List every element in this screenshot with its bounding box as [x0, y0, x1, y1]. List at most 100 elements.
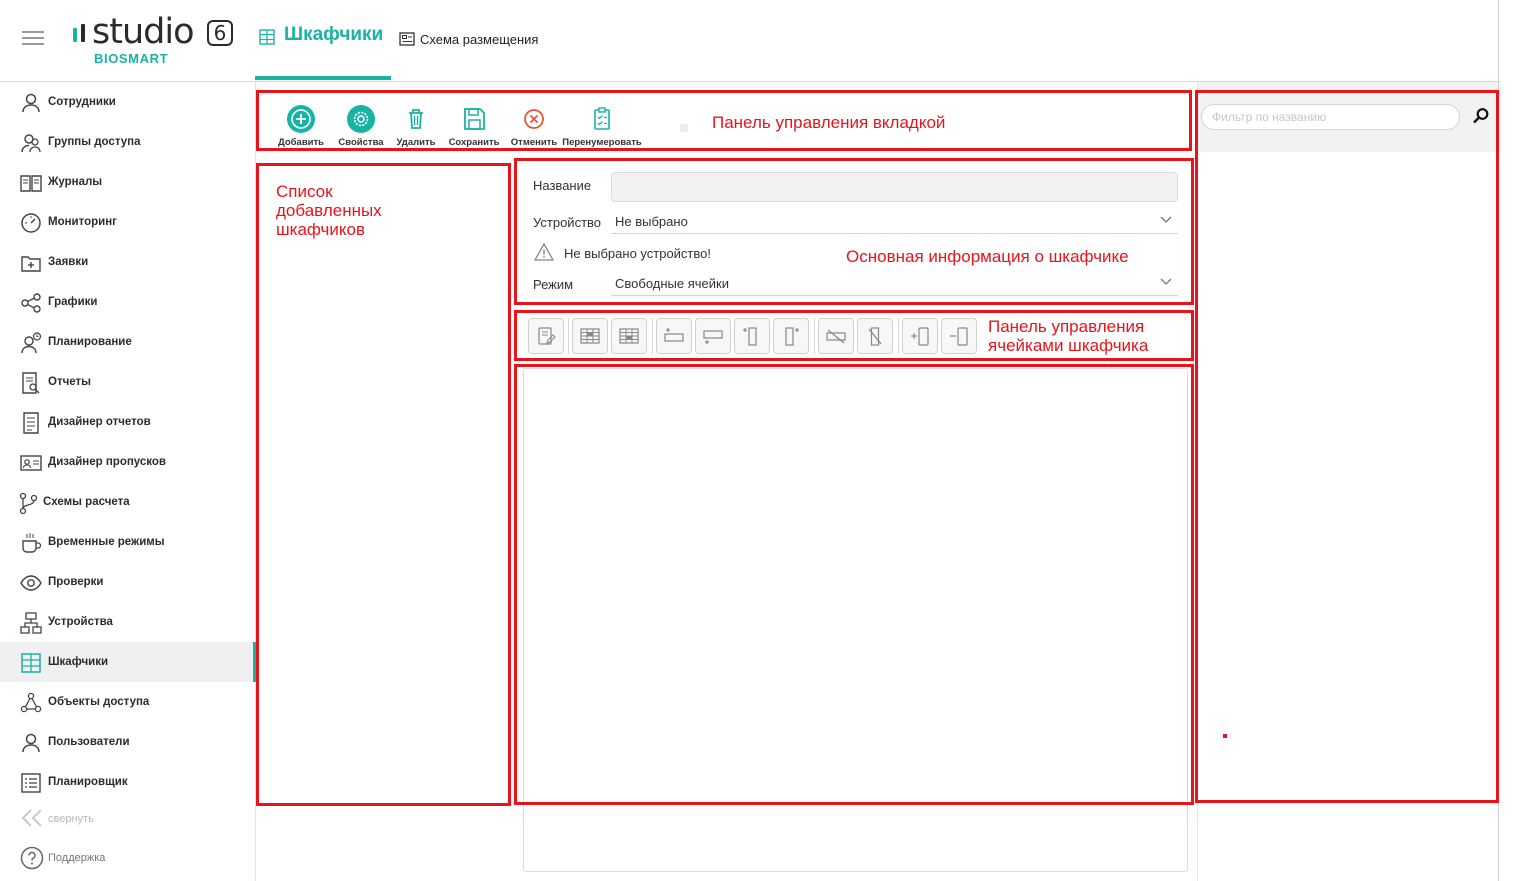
- sidebar-item-journals[interactable]: Журналы: [0, 162, 256, 202]
- sidebar-item-requests[interactable]: Заявки: [0, 242, 256, 282]
- insert-row-below-icon: [703, 330, 723, 344]
- sidebar: Сотрудники Группы доступа Журналы Монито…: [0, 82, 257, 881]
- cell-toolbar-divider: [814, 318, 815, 354]
- locker-cells-canvas[interactable]: [523, 368, 1188, 872]
- layout-scheme-icon: [399, 32, 415, 46]
- mode-label: Режим: [533, 277, 574, 292]
- sidebar-item-label: Дизайнер отчетов: [48, 416, 151, 428]
- add-button-label: Добавить: [277, 137, 324, 148]
- sidebar-item-label: Журналы: [48, 176, 103, 188]
- gauge-icon: [21, 213, 41, 233]
- delete-row-button[interactable]: [818, 318, 854, 354]
- layout-filter-panel: [1197, 82, 1501, 881]
- user-icon: [22, 733, 40, 753]
- tab-layout-scheme-label: Схема размещения: [420, 32, 539, 47]
- sidebar-item-label: Дизайнер пропусков: [48, 456, 166, 468]
- delete-column-button[interactable]: [857, 318, 893, 354]
- add-cell-button[interactable]: [902, 318, 938, 354]
- chevron-down-icon: [1160, 278, 1172, 285]
- book-icon: [20, 175, 42, 192]
- search-icon[interactable]: [1472, 107, 1490, 125]
- properties-button-label: Свойства: [338, 137, 384, 148]
- properties-button[interactable]: Свойства: [332, 96, 390, 150]
- mode-select[interactable]: Свободные ячейки: [611, 272, 1178, 296]
- sidebar-item-pass-designer[interactable]: Дизайнер пропусков: [0, 442, 256, 482]
- logo-brand: BIOSMART: [94, 51, 169, 66]
- sidebar-item-employees[interactable]: Сотрудники: [0, 82, 256, 122]
- sidebar-item-checks[interactable]: Проверки: [0, 562, 256, 602]
- insert-row-above-icon: [664, 328, 684, 342]
- insert-row-above-button[interactable]: [656, 318, 692, 354]
- sidebar-item-charts[interactable]: Графики: [0, 282, 256, 322]
- sidebar-item-calc-schemes[interactable]: Схемы расчета: [0, 482, 256, 522]
- help-circle-icon: [20, 846, 44, 870]
- remove-cell-button[interactable]: [941, 318, 977, 354]
- list-icon: [21, 773, 41, 793]
- name-label: Название: [533, 178, 592, 193]
- sidebar-item-access-groups[interactable]: Группы доступа: [0, 122, 256, 162]
- sidebar-item-users[interactable]: Пользователи: [0, 722, 256, 762]
- sidebar-item-report-designer[interactable]: Дизайнер отчетов: [0, 402, 256, 442]
- mode-select-value: Свободные ячейки: [615, 276, 729, 291]
- cancel-circle-icon: [524, 109, 544, 129]
- annotation-cell-panel-line2: ячейками шкафчика: [988, 336, 1149, 355]
- remove-cell-icon: [950, 327, 968, 346]
- delete-button[interactable]: Удалить: [390, 96, 442, 150]
- logo-mark-icon: [73, 24, 87, 42]
- insert-row-below-button[interactable]: [695, 318, 731, 354]
- edit-cell-button[interactable]: [528, 318, 564, 354]
- locker-grid-icon: [259, 29, 275, 45]
- network-icon: [20, 612, 42, 634]
- support-label: Поддержка: [48, 852, 106, 864]
- cancel-button[interactable]: Отменить: [506, 96, 562, 150]
- id-card-icon: [20, 455, 42, 471]
- logo-word: studio: [92, 12, 194, 52]
- sidebar-item-devices[interactable]: Устройства: [0, 602, 256, 642]
- name-input[interactable]: [611, 172, 1178, 202]
- cancel-button-label: Отменить: [510, 137, 558, 148]
- grid-select-top-button[interactable]: [572, 318, 608, 354]
- sidebar-item-time-modes[interactable]: Временные режимы: [0, 522, 256, 562]
- device-select[interactable]: Не выбрано: [611, 210, 1178, 234]
- sidebar-item-label: Графики: [48, 296, 98, 308]
- save-icon: [464, 108, 485, 130]
- collapse-label: свернуть: [48, 813, 94, 825]
- sidebar-item-scheduler[interactable]: Планировщик: [0, 762, 256, 802]
- app-logo: studio 6 BIOSMART: [70, 12, 240, 68]
- gear-circle-icon: [347, 105, 375, 133]
- toolbar-divider: [680, 124, 688, 132]
- add-button[interactable]: Добавить: [270, 96, 332, 150]
- sidebar-item-access-objects[interactable]: Объекты доступа: [0, 682, 256, 722]
- grid-select-bottom-button[interactable]: [611, 318, 647, 354]
- warning-triangle-icon: [534, 243, 554, 261]
- insert-column-left-button[interactable]: [734, 318, 770, 354]
- sidebar-item-label: Сотрудники: [48, 96, 116, 108]
- trash-icon: [409, 109, 423, 129]
- report-designer-icon: [23, 412, 39, 434]
- filter-by-name-input[interactable]: [1201, 104, 1460, 130]
- sidebar-item-reports[interactable]: Отчеты: [0, 362, 256, 402]
- annotation-main-info: Основная информация о шкафчике: [846, 247, 1129, 266]
- insert-column-right-icon: [785, 327, 799, 346]
- sidebar-item-label: Объекты доступа: [48, 696, 150, 708]
- sidebar-item-label: Схемы расчета: [43, 496, 130, 508]
- insert-column-right-button[interactable]: [773, 318, 809, 354]
- cup-icon: [22, 533, 42, 553]
- folder-plus-icon: [21, 256, 41, 272]
- hamburger-menu-icon[interactable]: [22, 29, 44, 47]
- grid-select-top-icon: [580, 328, 600, 344]
- chevron-down-icon: [1160, 216, 1172, 223]
- sidebar-item-planning[interactable]: Планирование: [0, 322, 256, 362]
- renumber-button[interactable]: Перенумеровать: [560, 96, 644, 150]
- sidebar-item-monitoring[interactable]: Мониторинг: [0, 202, 256, 242]
- person-icon: [22, 93, 40, 113]
- annotation-locker-list-line3: шкафчиков: [276, 220, 365, 239]
- sidebar-item-lockers[interactable]: Шкафчики: [0, 642, 257, 682]
- sidebar-item-label: Шкафчики: [48, 656, 109, 668]
- tab-lockers[interactable]: Шкафчики: [255, 0, 391, 80]
- delete-button-label: Удалить: [396, 137, 436, 148]
- window-edge-divider: [1498, 0, 1499, 881]
- save-button[interactable]: Сохранить: [446, 96, 502, 150]
- nodes-icon: [20, 692, 42, 713]
- sidebar-item-label: Проверки: [48, 576, 104, 588]
